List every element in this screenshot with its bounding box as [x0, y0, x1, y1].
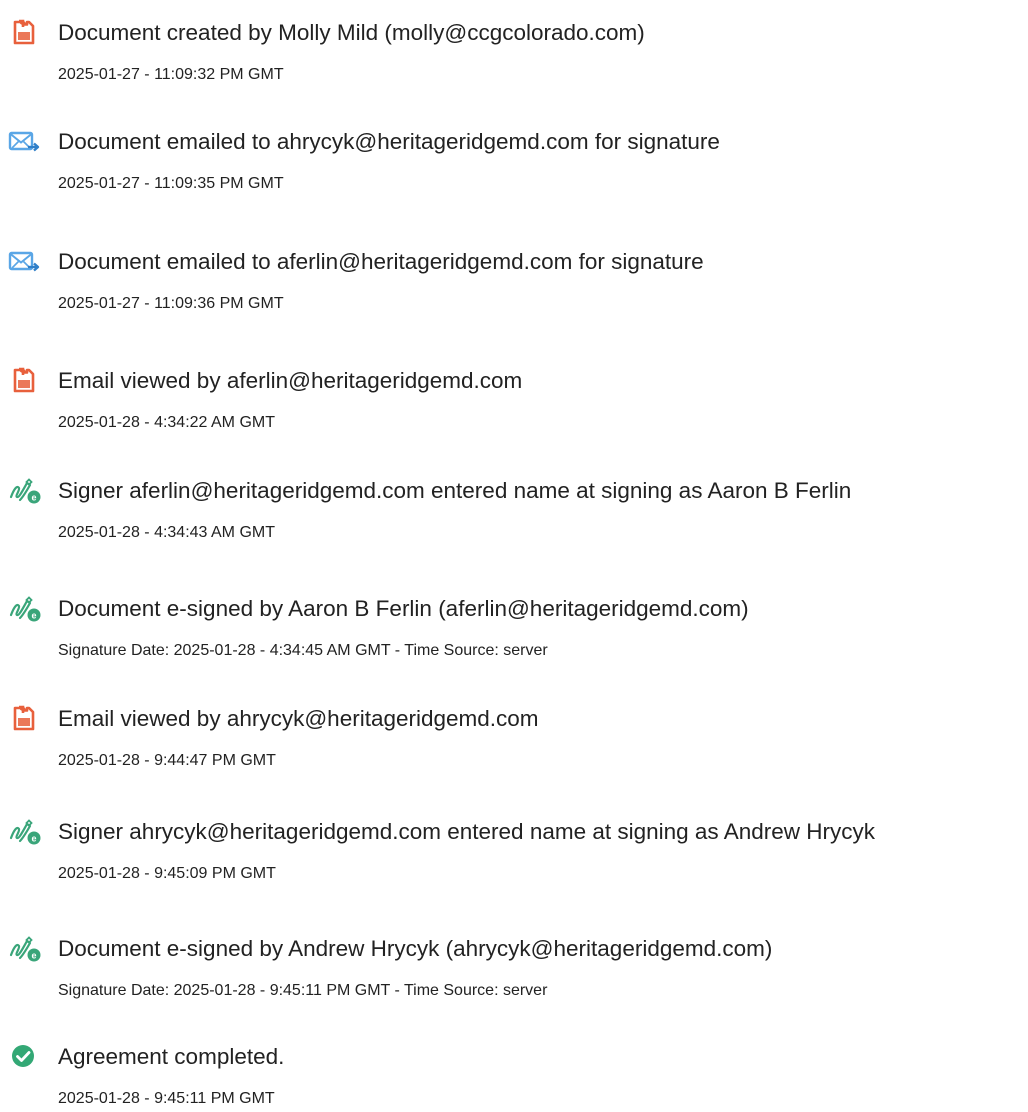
checkmark-circle-icon: [8, 1042, 44, 1072]
audit-event-timestamp: Signature Date: 2025-01-28 - 9:45:11 PM …: [58, 982, 548, 999]
audit-event-signer-name-ahrycyk: e Signer ahrycyk@heritageridgemd.com ent…: [0, 807, 1028, 887]
audit-event-timestamp: 2025-01-27 - 11:09:36 PM GMT: [58, 295, 284, 312]
audit-event-email-viewed-aferlin: Email viewed by aferlin@heritageridgemd.…: [0, 356, 1028, 436]
audit-event-esigned-aferlin: e Document e-signed by Aaron B Ferlin (a…: [0, 584, 1028, 664]
audit-event-timestamp: 2025-01-28 - 9:45:11 PM GMT: [58, 1090, 275, 1107]
e-sign-pen-icon: e: [8, 817, 44, 847]
e-sign-pen-icon: e: [8, 934, 44, 964]
audit-event-timestamp: 2025-01-27 - 11:09:35 PM GMT: [58, 175, 284, 192]
audit-event-email-viewed-ahrycyk: Email viewed by ahrycyk@heritageridgemd.…: [0, 694, 1028, 774]
audit-event-title: Signer aferlin@heritageridgemd.com enter…: [58, 478, 852, 503]
audit-event-title: Agreement completed.: [58, 1044, 285, 1069]
audit-event-timestamp: 2025-01-28 - 4:34:22 AM GMT: [58, 414, 275, 431]
audit-event-timestamp: Signature Date: 2025-01-28 - 4:34:45 AM …: [58, 642, 548, 659]
e-sign-pen-icon: e: [8, 476, 44, 506]
svg-text:e: e: [31, 493, 36, 503]
audit-event-title: Document e-signed by Aaron B Ferlin (afe…: [58, 596, 749, 621]
email-sent-icon: [8, 247, 44, 277]
audit-event-timestamp: 2025-01-28 - 9:44:47 PM GMT: [58, 752, 276, 769]
audit-event-title: Document emailed to ahrycyk@heritageridg…: [58, 129, 720, 154]
audit-event-title: Document emailed to aferlin@heritageridg…: [58, 249, 704, 274]
document-icon: [8, 18, 44, 48]
svg-text:e: e: [31, 951, 36, 961]
audit-event-signer-name-aferlin: e Signer aferlin@heritageridgemd.com ent…: [0, 466, 1028, 546]
audit-event-emailed-ahrycyk: Document emailed to ahrycyk@heritageridg…: [0, 117, 1028, 197]
document-icon: [8, 366, 44, 396]
audit-event-title: Document created by Molly Mild (molly@cc…: [58, 20, 645, 45]
audit-trail-list: Document created by Molly Mild (molly@cc…: [0, 0, 1028, 1109]
audit-event-timestamp: 2025-01-28 - 4:34:43 AM GMT: [58, 524, 275, 541]
audit-event-esigned-ahrycyk: e Document e-signed by Andrew Hrycyk (ah…: [0, 924, 1028, 1004]
audit-event-timestamp: 2025-01-27 - 11:09:32 PM GMT: [58, 66, 284, 83]
audit-event-emailed-aferlin: Document emailed to aferlin@heritageridg…: [0, 237, 1028, 317]
document-icon: [8, 704, 44, 734]
email-sent-icon: [8, 127, 44, 157]
svg-text:e: e: [31, 834, 36, 844]
audit-event-title: Email viewed by aferlin@heritageridgemd.…: [58, 368, 523, 393]
e-sign-pen-icon: e: [8, 594, 44, 624]
audit-event-title: Document e-signed by Andrew Hrycyk (ahry…: [58, 936, 773, 961]
audit-event-title: Email viewed by ahrycyk@heritageridgemd.…: [58, 706, 539, 731]
audit-event-agreement-completed: Agreement completed. 2025-01-28 - 9:45:1…: [0, 1032, 1028, 1112]
svg-text:e: e: [31, 611, 36, 621]
audit-event-document-created: Document created by Molly Mild (molly@cc…: [0, 8, 1028, 88]
audit-event-title: Signer ahrycyk@heritageridgemd.com enter…: [58, 819, 875, 844]
audit-event-timestamp: 2025-01-28 - 9:45:09 PM GMT: [58, 865, 276, 882]
